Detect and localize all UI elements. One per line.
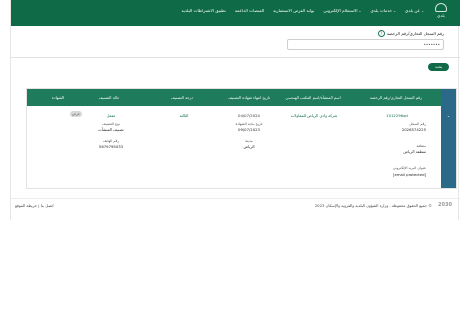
vision-2030-logo: 2030 — [438, 202, 452, 208]
detail-phone-value: 5679795033 — [98, 144, 124, 149]
detail-start-date-value: 09/07/2023 — [238, 127, 260, 132]
detail-region-label: منطقة — [416, 144, 426, 148]
cell-grade: الثالثة — [179, 113, 189, 118]
nav-inquiry[interactable]: الاستعلام الإلكتروني ⌄ — [323, 8, 361, 13]
balady-logo[interactable]: بلدي — [430, 3, 452, 23]
detail-record-value: 2026574225 — [401, 127, 426, 132]
header-grade: درجة التصنيف — [171, 95, 193, 100]
chevron-down-icon: ⌄ — [393, 8, 397, 13]
help-icon[interactable]: ? — [377, 30, 385, 37]
top-navbar: بلدي عن بلدي ⌄ خدمات بلدي ⌄ الاستعلام ال… — [11, 0, 460, 26]
detail-city-label: مدينة — [245, 139, 253, 143]
nav-platforms[interactable]: المنصات الداعمة — [235, 8, 264, 13]
search-label-row: رقم السجل التجاري/رقم الرخصة ? — [287, 30, 444, 37]
cell-name: شركة وادي الرياض للمقاولات — [290, 113, 338, 118]
detail-phone-label: رقم الهاتف — [102, 139, 120, 143]
expand-column: ⌄ — [441, 89, 456, 188]
chevron-down-icon: ⌄ — [358, 8, 362, 13]
cell-expiry: 04/07/2024 — [238, 113, 260, 118]
detail-email-value[interactable]: [email protected] — [393, 172, 426, 177]
header-name: اسم المنشأة/اسم المكتب الهندسي — [285, 95, 341, 100]
nav-requirements-app[interactable]: تطبيق الاشتراطات البلدية — [182, 8, 226, 13]
chevron-down-icon: ⌄ — [421, 8, 424, 13]
detail-city-value: الرياض — [243, 144, 255, 149]
nav-inquiry-label: الاستعلام الإلكتروني — [323, 8, 358, 13]
page-frame: بلدي عن بلدي ⌄ خدمات بلدي ⌄ الاستعلام ال… — [10, 0, 460, 220]
detail-region-value: منطقة الرياض — [403, 149, 426, 154]
nav-platforms-label: المنصات الداعمة — [234, 8, 265, 13]
footer-links[interactable]: اتصل بنا | خريطة الموقع — [15, 203, 54, 208]
cell-status: مفعل — [106, 113, 116, 118]
cell-license-no: 1012296ad — [386, 113, 408, 118]
detail-class-type-value: تصنيف المنشآت — [98, 127, 124, 132]
nav-investment-label: بوابة الفرص الاستثمارية — [273, 8, 315, 13]
nav-requirements-label: تطبيق الاشتراطات البلدية — [181, 8, 226, 13]
header-certificate: الشهادة — [51, 95, 65, 100]
footer-divider — [11, 198, 460, 199]
nav-services-label: خدمات بلدي — [370, 8, 393, 13]
detail-start-date-label: تاريخ بداية الشهادة — [235, 122, 263, 126]
search-section: رقم السجل التجاري/رقم الرخصة ? — [287, 30, 444, 50]
main-nav: عن بلدي ⌄ خدمات بلدي ⌄ الاستعلام الإلكتر… — [182, 8, 424, 13]
results-table: رقم السجل التجاري/رقم الرخصة اسم المنشأة… — [26, 88, 457, 189]
nav-about-label: عن بلدي — [405, 8, 421, 13]
nav-services[interactable]: خدمات بلدي ⌄ — [370, 8, 396, 13]
logo-mark-icon — [435, 3, 447, 12]
table-header: رقم السجل التجاري/رقم الرخصة اسم المنشأة… — [27, 89, 456, 106]
logo-text: بلدي — [437, 13, 445, 18]
search-label: رقم السجل التجاري/رقم الرخصة — [386, 31, 444, 36]
footer-copyright: جميع الحقوق محفوظة - وزارة الشؤون البلدي… — [314, 203, 432, 208]
view-certificate-button[interactable]: عرض — [70, 111, 82, 117]
collapse-arrow-icon[interactable]: ⌄ — [445, 113, 452, 118]
section-divider — [11, 57, 460, 58]
search-button[interactable]: بحث — [428, 63, 449, 71]
detail-record-label: رقم السجل — [409, 122, 426, 126]
header-license-no: رقم السجل التجاري/رقم الرخصة — [370, 95, 422, 100]
detail-class-type-label: نوع التصنيف — [102, 122, 120, 126]
license-search-input[interactable] — [287, 39, 444, 50]
nav-investment[interactable]: بوابة الفرص الاستثمارية — [273, 8, 314, 13]
detail-email-label: عنوان البريد الإلكتروني — [392, 166, 426, 170]
header-status: حالة التصنيف — [98, 95, 120, 100]
header-expiry: تاريخ انتهاء شهادة التصنيف — [228, 95, 270, 100]
nav-about[interactable]: عن بلدي ⌄ — [405, 8, 424, 13]
